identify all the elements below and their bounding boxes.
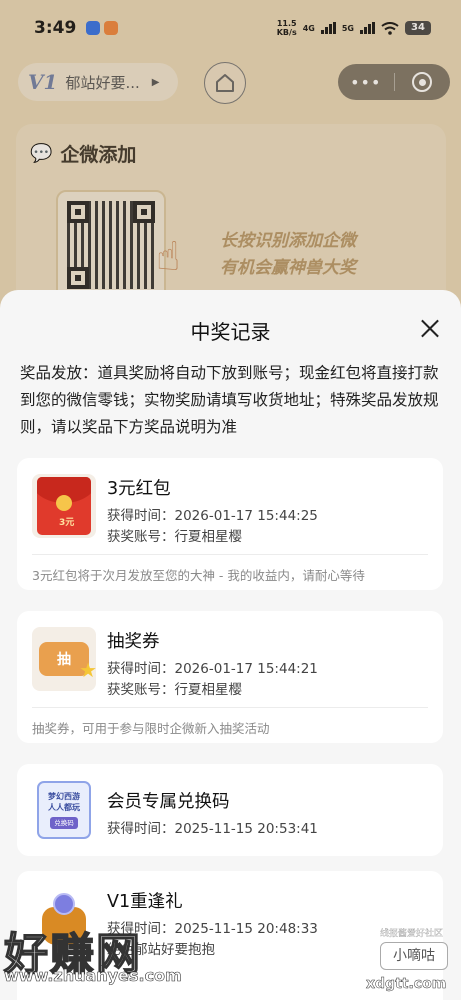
- prize-name: 会员专属兑换码: [107, 792, 230, 812]
- watermark-community: 线报酱爱好社区: [380, 929, 444, 939]
- sheet-title: 中奖记录: [190, 320, 271, 344]
- prize-description: 3元红包将于次月发放至您的大神 - 我的收益内，请耐心等待: [32, 568, 365, 583]
- watermark-url: www.zhuanyes.com: [4, 966, 182, 986]
- watermark-site: xdgtt.com: [366, 976, 447, 993]
- code-card-line1: 梦幻西游: [48, 791, 80, 801]
- prize-name: V1重逢礼: [107, 892, 183, 912]
- star-icon: ★: [79, 658, 97, 682]
- prize-record-card: 梦幻西游 人人都玩 兑换码 会员专属兑换码 获得时间：2025-11-15 20…: [17, 764, 443, 856]
- prize-name: 3元红包: [107, 479, 171, 499]
- prize-time: 获得时间：2026-01-17 15:44:21: [107, 661, 318, 677]
- red-packet-icon: 3元: [37, 477, 91, 535]
- red-packet-amount: 3元: [59, 518, 75, 528]
- prize-description: 抽奖券，可用于参与限时企微新入抽奖活动: [32, 721, 270, 736]
- code-card-line2: 人人都玩: [48, 802, 80, 812]
- prize-account: 获奖账号：行夏相星樱: [107, 529, 242, 545]
- prize-account: 获奖账号：行夏相星樱: [107, 682, 242, 698]
- prize-thumbnail: 3元: [32, 474, 96, 538]
- code-card-tag: 兑换码: [50, 816, 78, 829]
- prize-thumbnail: 梦幻西游 人人都玩 兑换码: [32, 778, 96, 842]
- prize-thumbnail: 抽 ★: [32, 627, 97, 691]
- divider: [32, 707, 428, 708]
- prize-notice: 奖品发放：道具奖励将自动下放到账号；现金红包将直接打款到您的微信零钱；实物奖励请…: [20, 364, 439, 436]
- prize-name: 抽奖券: [107, 632, 160, 652]
- close-icon[interactable]: [421, 319, 439, 337]
- ticket-label: 抽: [57, 652, 71, 668]
- prize-record-sheet: 中奖记录 奖品发放：道具奖励将自动下放到账号；现金红包将直接打款到您的微信零钱；…: [0, 290, 461, 1000]
- redeem-code-icon: 梦幻西游 人人都玩 兑换码: [37, 781, 91, 839]
- watermark-box: 小嘀咕: [380, 942, 448, 970]
- prize-record-card: 抽 ★ 抽奖券 获得时间：2026-01-17 15:44:21 获奖账号：行夏…: [17, 611, 443, 743]
- prize-record-card: 3元 3元红包 获得时间：2026-01-17 15:44:25 获奖账号：行夏…: [17, 458, 443, 590]
- lottery-ticket-icon: 抽 ★: [39, 642, 97, 682]
- prize-time: 获得时间：2026-01-17 15:44:25: [107, 508, 318, 524]
- divider: [32, 554, 428, 555]
- prize-time: 获得时间：2025-11-15 20:53:41: [107, 821, 318, 837]
